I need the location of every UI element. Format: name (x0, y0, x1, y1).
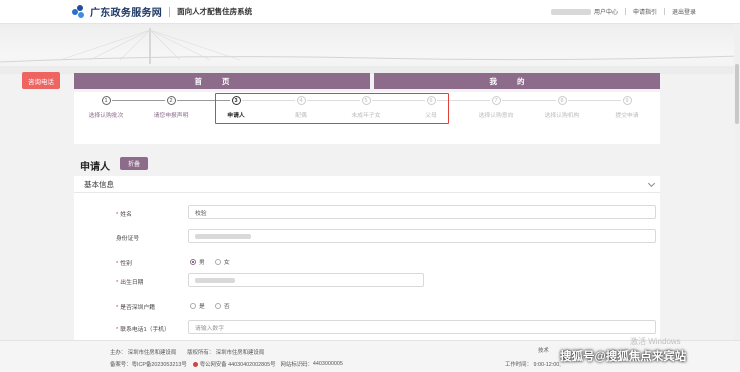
step-number: 8 (557, 96, 567, 105)
phone-label: 联系电话1（手机） (120, 327, 170, 333)
name-label: 姓名 (120, 212, 132, 218)
top-links: 用户中心 申请指引 退出登录 (550, 7, 696, 16)
birth-label: 出生日期 (120, 280, 144, 286)
hero-banner (0, 24, 740, 74)
phone-field[interactable]: 请输入数字 (188, 320, 656, 334)
step-item: 9 提交申请 (592, 96, 662, 119)
step-item: 7 选择认购意向 (461, 96, 531, 119)
page-scrollbar[interactable] (734, 24, 740, 340)
form-row-birth: * 出生日期 (74, 273, 660, 289)
windows-activation-text: 激活 Windows (630, 337, 681, 346)
id-number-field[interactable] (188, 229, 656, 243)
step-item[interactable]: 2 请您申报声明 (136, 96, 206, 119)
radio-icon (214, 302, 221, 309)
name-field[interactable]: 校验 (188, 205, 656, 219)
highlight-box (215, 93, 449, 124)
bridge-illustration (0, 28, 740, 74)
footer-host: 深圳市住房和建设局 (127, 350, 177, 356)
hukou-label: 是否深圳户籍 (120, 305, 156, 311)
step-label: 选择认购机构 (544, 113, 580, 119)
step-label: 选择认购批次 (88, 113, 124, 119)
logo-icon (72, 4, 86, 19)
basic-info-title: 基本信息 (84, 179, 114, 189)
step-number: 7 (491, 96, 501, 105)
step-label: 请您申报声明 (153, 113, 189, 119)
system-subtitle: 面向人才配售住房系统 (177, 7, 253, 16)
top-header: 广东政务服务网 面向人才配售住房系统 用户中心 申请指引 退出登录 (0, 0, 740, 24)
form-row-hukou: * 是否深圳户籍 是 否 (74, 298, 660, 314)
user-center-link[interactable]: 用户中心 (594, 7, 618, 16)
form-row-gender: * 性别 男 女 (74, 254, 660, 270)
form-row-id: 身份证号 (74, 229, 660, 245)
nav-mine-tab[interactable]: 我的 (374, 73, 660, 89)
applicant-form: 基本信息 * 姓名 校验 身份证号 * 性别 男 女 * 出生日期 * 是否深圳户籍 是… (74, 176, 660, 344)
id-number-masked (195, 233, 251, 239)
site-logo[interactable]: 广东政务服务网 面向人才配售住房系统 (72, 4, 252, 19)
username-masked (550, 8, 591, 15)
id-number-label: 身份证号 (116, 236, 140, 242)
hotline-button[interactable]: 咨询电话 (22, 72, 60, 89)
site-name: 广东政务服务网 (90, 8, 163, 19)
step-number: 2 (166, 96, 176, 105)
scrollbar-thumb[interactable] (735, 64, 739, 124)
radio-icon (190, 302, 196, 309)
footer-tech: 技术 (538, 348, 549, 354)
step-label: 提交申请 (615, 113, 639, 119)
radio-checked-icon (190, 258, 196, 265)
radio-icon (214, 258, 221, 265)
logout-link[interactable]: 退出登录 (672, 7, 696, 16)
hukou-radio-group: 是 否 (190, 301, 240, 310)
hukou-option-yes[interactable]: 是 (190, 301, 205, 310)
gender-option-male[interactable]: 男 (190, 257, 205, 266)
birth-date-field[interactable] (188, 273, 424, 287)
police-badge-icon (192, 361, 198, 367)
applicant-title: 申请人 (80, 162, 110, 173)
guide-link[interactable]: 申请指引 (633, 7, 657, 16)
form-row-name: * 姓名 校验 (74, 205, 660, 221)
step-item[interactable]: 1 选择认购批次 (71, 96, 141, 119)
basic-info-header[interactable]: 基本信息 (74, 176, 660, 193)
chevron-down-icon (647, 179, 656, 188)
gender-label: 性别 (120, 261, 132, 267)
nav-home-tab[interactable]: 首页 (74, 73, 370, 89)
hukou-option-no[interactable]: 否 (214, 301, 230, 310)
footer-rights: 深圳市住房和建设局 (215, 350, 265, 356)
step-number: 9 (622, 96, 632, 105)
sohu-watermark: 搜狐号@搜狐焦点来宾站 (560, 351, 687, 363)
footer-hours: 工作时间： 9:00-12:00, (505, 362, 561, 368)
step-item: 8 选择认购机构 (527, 96, 597, 119)
step-number: 1 (101, 96, 111, 105)
gender-radio-group: 男 女 (190, 257, 240, 266)
fold-button[interactable]: 折叠 (120, 157, 148, 170)
footer-site-code: 4403000005 (312, 361, 343, 367)
gender-option-female[interactable]: 女 (214, 257, 230, 266)
birth-date-masked (195, 277, 235, 283)
footer-police-link[interactable]: 粤公网安备 44030402002805号 (200, 360, 276, 368)
step-label: 选择认购意向 (478, 113, 514, 119)
footer-icp-link[interactable]: 粤ICP备2023053213号 (132, 360, 187, 368)
form-row-phone: * 联系电话1（手机） 请输入数字 (74, 320, 660, 336)
